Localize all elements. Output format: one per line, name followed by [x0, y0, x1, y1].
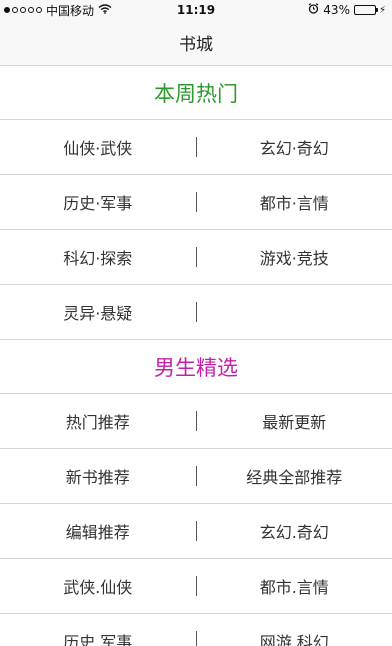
category-link[interactable]: 最新更新 — [197, 394, 392, 448]
category-link[interactable]: 历史.军事 — [0, 614, 196, 646]
category-link — [197, 285, 392, 339]
category-link[interactable]: 游戏·竞技 — [197, 230, 392, 284]
nav-bar: 书城 — [0, 20, 392, 66]
category-link[interactable]: 网游.科幻 — [197, 614, 392, 646]
category-row: 新书推荐 经典全部推荐 — [0, 449, 392, 504]
category-link[interactable]: 历史·军事 — [0, 175, 196, 229]
category-row: 仙侠·武侠 玄幻·奇幻 — [0, 120, 392, 175]
status-time: 11:19 — [176, 3, 216, 17]
category-row: 热门推荐 最新更新 — [0, 394, 392, 449]
category-link[interactable]: 都市.言情 — [197, 559, 392, 613]
page-title: 书城 — [179, 35, 213, 55]
category-link[interactable]: 新书推荐 — [0, 449, 196, 503]
category-link[interactable]: 都市·言情 — [197, 175, 392, 229]
category-row: 灵异·悬疑 — [0, 285, 392, 340]
category-link[interactable]: 玄幻·奇幻 — [197, 120, 392, 174]
category-link[interactable]: 灵异·悬疑 — [0, 285, 196, 339]
category-row: 武侠.仙侠 都市.言情 — [0, 559, 392, 614]
category-row: 历史.军事 网游.科幻 — [0, 614, 392, 646]
section-header: 本周热门 — [0, 66, 392, 120]
category-list: 本周热门 仙侠·武侠 玄幻·奇幻 历史·军事 都市·言情 科幻·探索 游戏·竞技 灵异·悬疑男… — [0, 66, 392, 646]
status-bar: 中国移动 11:19 43% ⚡ — [0, 0, 392, 20]
category-link[interactable]: 科幻·探索 — [0, 230, 196, 284]
category-link[interactable]: 热门推荐 — [0, 394, 196, 448]
category-link[interactable]: 仙侠·武侠 — [0, 120, 196, 174]
category-link[interactable]: 玄幻.奇幻 — [197, 504, 392, 558]
category-link[interactable]: 武侠.仙侠 — [0, 559, 196, 613]
category-row: 编辑推荐 玄幻.奇幻 — [0, 504, 392, 559]
section-header: 男生精选 — [0, 340, 392, 394]
category-row: 科幻·探索 游戏·竞技 — [0, 230, 392, 285]
category-link[interactable]: 经典全部推荐 — [197, 449, 392, 503]
category-link[interactable]: 编辑推荐 — [0, 504, 196, 558]
category-row: 历史·军事 都市·言情 — [0, 175, 392, 230]
